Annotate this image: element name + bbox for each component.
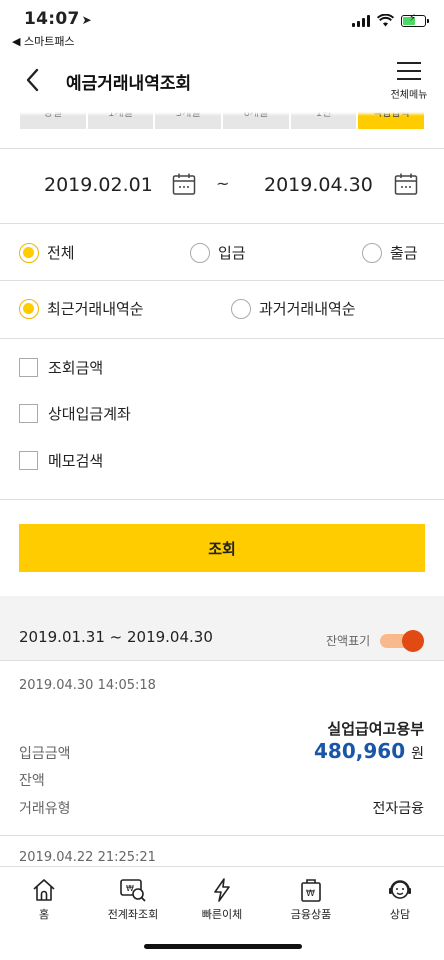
product-bag-icon: ₩ — [301, 879, 321, 902]
date-separator: ~ — [216, 174, 230, 193]
date-range: 2019.02.01 ~ 2019.04.30 — [0, 148, 444, 223]
checkbox-label: 상대입금계좌 — [48, 405, 131, 423]
headset-icon — [389, 880, 411, 899]
results-header: 2019.01.31 ~ 2019.04.30 잔액표기 — [0, 618, 444, 660]
amount-value: 480,960 — [314, 739, 406, 763]
transaction-card[interactable]: 2019.04.30 14:05:18 실업급여고용부 입금금액 480,960… — [0, 661, 444, 835]
cellular-signal-icon — [352, 14, 370, 27]
location-arrow-icon: ➤ — [81, 13, 92, 27]
app-header: 예금거래내역조회 전체메뉴 — [0, 50, 444, 112]
tab-label: 빠른이체 — [201, 908, 243, 921]
radio-button[interactable] — [19, 242, 39, 263]
transaction-type-label: 거래유형 — [19, 801, 71, 817]
transaction-counterparty: 실업급여고용부 — [327, 720, 424, 738]
transaction-datetime: 2019.04.22 21:25:21 — [19, 850, 156, 865]
checkbox-label: 조회금액 — [48, 359, 104, 377]
radio-label: 전체 — [47, 244, 75, 262]
tab-label: 금융상품 — [290, 908, 332, 921]
svg-text:₩: ₩ — [306, 889, 315, 899]
transaction-type-value: 전자금융 — [372, 801, 424, 817]
page-title: 예금거래내역조회 — [66, 74, 192, 94]
checkbox[interactable] — [19, 358, 38, 377]
calendar-icon[interactable] — [394, 172, 418, 196]
radio-button[interactable] — [362, 242, 382, 263]
home-indicator — [144, 944, 302, 949]
lightning-icon — [214, 878, 230, 902]
tab-label: 상담 — [389, 908, 411, 921]
radio-button[interactable] — [190, 242, 210, 263]
radio-label: 과거거래내역순 — [259, 300, 356, 318]
back-arrow-icon[interactable] — [22, 66, 44, 94]
battery-icon: ⚡ — [401, 13, 429, 27]
calendar-icon[interactable] — [172, 172, 196, 196]
tab-financial-products[interactable]: ₩ 금융상품 — [267, 877, 355, 922]
end-date[interactable]: 2019.04.30 — [264, 174, 373, 196]
radio-label: 출금 — [390, 244, 418, 262]
radio-deposit[interactable]: 입금 — [190, 242, 246, 263]
tab-consultation[interactable]: 상담 — [356, 877, 444, 922]
checkbox-counterparty-account[interactable]: 상대입금계좌 — [19, 403, 131, 424]
tab-label: 홈 — [38, 908, 50, 921]
amount-label: 입금금액 — [19, 746, 71, 762]
tab-all-accounts[interactable]: ₩ 전계좌조회 — [89, 877, 177, 922]
back-to-app-link[interactable]: ◀ 스마트패스 — [12, 33, 75, 49]
full-menu-button[interactable]: 전체메뉴 — [386, 60, 432, 101]
divider — [0, 338, 444, 339]
start-date[interactable]: 2019.02.01 — [44, 174, 153, 196]
balance-label: 잔액 — [19, 773, 45, 789]
checkbox-amount-search[interactable]: 조회금액 — [19, 357, 103, 378]
status-time: 14:07 ➤ — [24, 9, 92, 29]
checkbox-memo-search[interactable]: 메모검색 — [19, 450, 103, 471]
account-search-icon: ₩ — [120, 879, 146, 902]
search-button[interactable]: 조회 — [19, 524, 425, 572]
wifi-icon — [377, 14, 394, 27]
hamburger-icon — [397, 62, 421, 80]
full-menu-label: 전체메뉴 — [390, 90, 428, 101]
radio-all[interactable]: 전체 — [19, 242, 75, 263]
checkbox[interactable] — [19, 404, 38, 423]
balance-toggle-label: 잔액표기 — [326, 634, 371, 648]
status-bar: 14:07 ➤ ◀ 스마트패스 ⚡ — [0, 0, 444, 50]
transaction-card[interactable]: 2019.04.22 21:25:21 — [0, 836, 444, 866]
checkbox-label: 메모검색 — [48, 452, 104, 470]
tab-home[interactable]: 홈 — [0, 877, 88, 922]
type-filter: 전체 입금 출금 — [0, 224, 444, 280]
transaction-amount: 480,960 원 — [314, 739, 424, 763]
radio-recent-first[interactable]: 최근거래내역순 — [19, 298, 144, 319]
home-icon — [33, 879, 55, 901]
radio-withdrawal[interactable]: 출금 — [362, 242, 418, 263]
order-filter: 최근거래내역순 과거거래내역순 — [0, 280, 444, 336]
checkbox[interactable] — [19, 451, 38, 470]
transaction-datetime: 2019.04.30 14:05:18 — [19, 678, 156, 693]
tab-label: 전계좌조회 — [107, 908, 159, 921]
radio-button[interactable] — [19, 298, 39, 319]
radio-button[interactable] — [231, 298, 251, 319]
results-range: 2019.01.31 ~ 2019.04.30 — [19, 628, 213, 646]
balance-toggle[interactable] — [380, 630, 424, 652]
currency-unit: 원 — [411, 746, 424, 762]
tab-quick-transfer[interactable]: 빠른이체 — [178, 877, 266, 922]
divider — [0, 499, 444, 500]
radio-oldest-first[interactable]: 과거거래내역순 — [231, 298, 356, 319]
radio-label: 입금 — [218, 244, 246, 262]
radio-label: 최근거래내역순 — [47, 300, 144, 318]
